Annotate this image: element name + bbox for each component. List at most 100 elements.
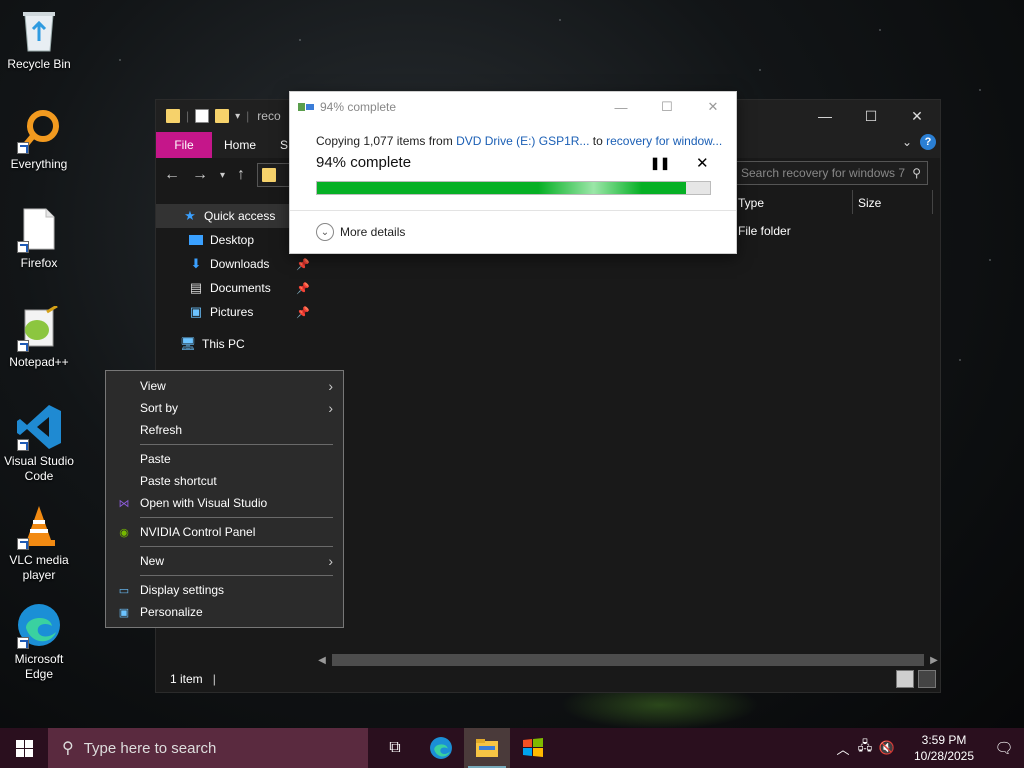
more-details-button[interactable]: ⌄ More details — [316, 223, 405, 241]
nav-item-downloads[interactable]: ⬇ Downloads 📌 — [156, 252, 314, 276]
customize-toolbar-icon[interactable]: ▾ — [235, 111, 240, 122]
search-placeholder: Search recovery for windows 7 — [741, 166, 906, 180]
status-separator: | — [212, 672, 216, 686]
shortcut-arrow-icon — [17, 637, 29, 649]
dialog-title: 94% complete — [320, 100, 397, 114]
menu-separator — [140, 575, 333, 576]
desktop-icon-vscode[interactable]: Visual Studio Code — [2, 403, 76, 484]
maximize-button[interactable]: ☐ — [848, 100, 894, 132]
vscode-icon — [15, 403, 63, 451]
menu-item-refresh[interactable]: Refresh — [106, 419, 343, 441]
menu-item-open-visual-studio[interactable]: ⋈ Open with Visual Studio — [106, 492, 343, 514]
expand-ribbon-icon[interactable]: ⌄ — [902, 135, 912, 149]
desktop-icon-notepadpp[interactable]: Notepad++ — [2, 304, 76, 370]
large-icons-view-icon[interactable] — [918, 670, 936, 688]
pin-icon[interactable]: 📌 — [296, 282, 310, 295]
visual-studio-icon: ⋈ — [118, 497, 130, 510]
scroll-left-icon[interactable]: ◀ — [316, 655, 328, 666]
recent-locations-icon[interactable]: ▾ — [220, 170, 225, 181]
nav-item-this-pc[interactable]: 🖥 This PC — [156, 332, 314, 356]
file-type-cell[interactable]: File folder — [738, 224, 791, 238]
column-header-size[interactable]: Size — [858, 190, 881, 216]
nav-item-documents[interactable]: ▤ Documents 📌 — [156, 276, 314, 300]
dialog-title-bar[interactable]: 94% complete — ☐ ✕ — [290, 92, 736, 122]
notification-icon[interactable]: 🗨 — [984, 739, 1024, 757]
taskbar-windows-app[interactable] — [510, 728, 556, 768]
taskbar-edge[interactable] — [418, 728, 464, 768]
horizontal-scrollbar[interactable]: ◀ ▶ — [316, 653, 940, 667]
shortcut-arrow-icon — [17, 241, 29, 253]
task-view-icon: ⧉ — [389, 739, 401, 756]
menu-item-display-settings[interactable]: ▭ Display settings — [106, 579, 343, 601]
nav-item-label: Documents — [210, 281, 271, 295]
minimize-button[interactable]: — — [598, 92, 644, 122]
taskbar-search-placeholder: Type here to search — [83, 739, 217, 757]
tab-home[interactable]: Home — [212, 132, 268, 158]
destination-link[interactable]: recovery for window... — [606, 134, 722, 148]
desktop-icon-label: Firefox — [20, 256, 58, 270]
network-icon[interactable]: 🖧 — [854, 737, 876, 759]
source-link[interactable]: DVD Drive (E:) GSP1R... — [456, 134, 589, 148]
show-hidden-icons-chevron-icon[interactable]: ︿ — [832, 739, 854, 758]
nav-item-pictures[interactable]: ▣ Pictures 📌 — [156, 300, 314, 324]
computer-icon: 🖥 — [179, 336, 197, 351]
menu-item-label: Sort by — [140, 401, 179, 415]
properties-icon[interactable] — [195, 109, 210, 123]
task-view-button[interactable]: ⧉ — [372, 728, 418, 768]
menu-item-nvidia[interactable]: ◉ NVIDIA Control Panel — [106, 521, 343, 543]
search-icon: ⚲ — [62, 740, 74, 757]
pin-icon[interactable]: 📌 — [296, 258, 310, 271]
nav-item-label: This PC — [202, 337, 245, 351]
column-separator[interactable] — [852, 190, 853, 214]
menu-item-paste[interactable]: Paste — [106, 448, 343, 470]
menu-item-personalize[interactable]: ▣ Personalize — [106, 601, 343, 623]
folder-icon — [476, 739, 498, 757]
dialog-window-controls: — ☐ ✕ — [598, 92, 736, 122]
desktop-icon-vlc[interactable]: VLC media player — [2, 502, 76, 583]
menu-item-paste-shortcut[interactable]: Paste shortcut — [106, 470, 343, 492]
details-view-icon[interactable] — [896, 670, 914, 688]
system-clock[interactable]: 3:59 PM 10/28/2025 — [904, 732, 984, 764]
back-arrow-icon[interactable]: ← — [164, 166, 180, 184]
search-input[interactable]: Search recovery for windows 7 ⚲ — [734, 161, 928, 185]
menu-item-new[interactable]: New › — [106, 550, 343, 572]
desktop-icon-recycle-bin[interactable]: Recycle Bin — [2, 6, 76, 72]
chevron-right-icon: › — [328, 378, 333, 394]
status-bar: 1 item | — [156, 666, 940, 692]
scrollbar-thumb[interactable] — [332, 654, 924, 666]
column-separator[interactable] — [932, 190, 933, 214]
nvidia-icon: ◉ — [119, 526, 129, 539]
desktop-icon-label: Notepad++ — [9, 355, 69, 369]
help-icon[interactable]: ? — [920, 134, 936, 150]
close-button[interactable]: ✕ — [894, 100, 940, 132]
search-icon: ⚲ — [912, 166, 921, 180]
minimize-button[interactable]: — — [802, 100, 848, 132]
desktop-icon-everything[interactable]: Everything — [2, 106, 76, 172]
close-button[interactable]: ✕ — [690, 92, 736, 122]
taskbar-file-explorer[interactable] — [464, 728, 510, 768]
up-arrow-icon[interactable]: ↑ — [237, 166, 245, 184]
magnifier-orange-icon — [15, 106, 63, 154]
desktop-context-menu: View › Sort by › Refresh Paste Paste short… — [105, 370, 344, 628]
cancel-copy-button[interactable]: ✕ — [696, 154, 709, 172]
start-button[interactable] — [0, 728, 48, 768]
new-folder-icon[interactable] — [215, 109, 230, 123]
shortcut-arrow-icon — [17, 439, 29, 451]
windows-flag-icon — [523, 738, 543, 757]
desktop-icon-firefox[interactable]: Firefox — [2, 205, 76, 271]
menu-item-view[interactable]: View › — [106, 375, 343, 397]
pictures-icon: ▣ — [189, 304, 203, 319]
copy-progress-dialog[interactable]: 94% complete — ☐ ✕ Copying 1,077 items f… — [289, 91, 737, 254]
volume-muted-icon[interactable]: 🔇 — [876, 740, 898, 756]
tab-file[interactable]: File — [156, 132, 212, 158]
forward-arrow-icon[interactable]: → — [192, 166, 208, 184]
desktop-icon-edge[interactable]: Microsoft Edge — [2, 601, 76, 682]
menu-item-sort-by[interactable]: Sort by › — [106, 397, 343, 419]
scroll-right-icon[interactable]: ▶ — [928, 655, 940, 666]
taskbar-search-box[interactable]: ⚲ Type here to search — [48, 728, 368, 768]
explorer-title: reco — [257, 109, 281, 123]
pin-icon[interactable]: 📌 — [296, 306, 310, 319]
column-header-type[interactable]: Type — [738, 190, 764, 216]
percent-complete: 94% complete — [316, 154, 412, 171]
pause-button[interactable]: ❚❚ — [650, 156, 670, 170]
